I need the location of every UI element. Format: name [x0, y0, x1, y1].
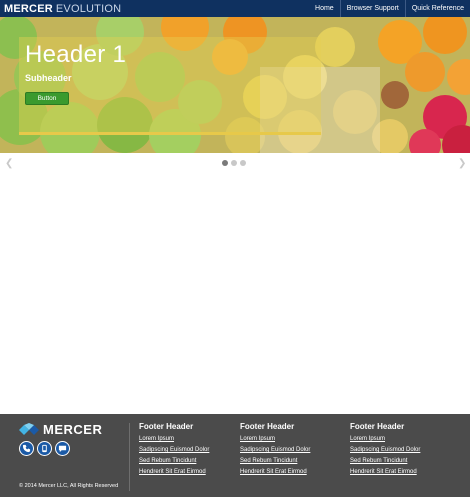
carousel-dots — [222, 160, 246, 166]
carousel-dot-1[interactable] — [222, 160, 228, 166]
phone-icon[interactable] — [19, 441, 34, 456]
footer-column-3: Footer Header Lorem Ipsum Sadipscing Eui… — [350, 422, 420, 478]
footer-column-header: Footer Header — [139, 422, 194, 431]
footer-column-1: Footer Header Lorem Ipsum Sadipscing Eui… — [139, 422, 209, 478]
footer-link[interactable]: Lorem Ipsum — [240, 434, 310, 445]
chevron-right-icon[interactable]: ❯ — [458, 158, 466, 169]
carousel-dot-2[interactable] — [231, 160, 237, 166]
top-nav: Home Browser Support Quick Reference — [309, 0, 470, 17]
nav-quick-reference[interactable]: Quick Reference — [404, 0, 470, 17]
footer-link[interactable]: Lorem Ipsum — [350, 434, 420, 445]
footer-logo[interactable]: MERCER — [19, 422, 102, 437]
footer-divider — [129, 423, 130, 491]
hero-carousel: Header 1 Subheader Button — [0, 17, 470, 153]
hero-button[interactable]: Button — [25, 92, 69, 105]
brand-logo[interactable]: MERCER EVOLUTION — [0, 0, 121, 17]
chat-icon[interactable] — [55, 441, 70, 456]
footer-link[interactable]: Sed Rebum Tincidunt — [350, 456, 420, 467]
footer-link[interactable]: Hendrerit Sit Erat Eirmod — [139, 467, 209, 478]
footer-column-header: Footer Header — [240, 422, 295, 431]
footer-link[interactable]: Lorem Ipsum — [139, 434, 209, 445]
footer-link[interactable]: Hendrerit Sit Erat Eirmod — [240, 467, 310, 478]
hero-title: Header 1 — [25, 41, 127, 68]
copyright-text: © 2014 Mercer LLC, All Rights Reserved — [19, 483, 119, 489]
chevron-left-icon[interactable]: ❮ — [5, 158, 13, 169]
footer-column-header: Footer Header — [350, 422, 405, 431]
footer-link[interactable]: Sed Rebum Tincidunt — [240, 456, 310, 467]
hero-subheader: Subheader — [25, 73, 72, 83]
footer-column-2: Footer Header Lorem Ipsum Sadipscing Eui… — [240, 422, 310, 478]
mail-icon[interactable] — [37, 441, 52, 456]
brand-name: MERCER — [4, 2, 53, 15]
footer-link[interactable]: Sed Rebum Tincidunt — [139, 456, 209, 467]
footer-link[interactable]: Sadipscing Euismod Dolor — [350, 445, 420, 456]
footer-contact-icons — [19, 441, 70, 456]
footer-logo-text: MERCER — [43, 422, 103, 437]
footer: MERCER © 2014 Mercer LLC, All Rights Res… — [0, 414, 470, 497]
carousel-dot-3[interactable] — [240, 160, 246, 166]
mercer-logo-icon — [19, 422, 39, 435]
footer-link[interactable]: Sadipscing Euismod Dolor — [139, 445, 209, 456]
top-bar: MERCER EVOLUTION Home Browser Support Qu… — [0, 0, 470, 17]
nav-browser-support[interactable]: Browser Support — [339, 0, 405, 17]
nav-home[interactable]: Home — [309, 0, 340, 17]
brand-product: EVOLUTION — [55, 2, 122, 15]
hero-caption-panel: Header 1 Subheader Button — [19, 37, 321, 135]
footer-link[interactable]: Hendrerit Sit Erat Eirmod — [350, 467, 420, 478]
footer-link[interactable]: Sadipscing Euismod Dolor — [240, 445, 310, 456]
